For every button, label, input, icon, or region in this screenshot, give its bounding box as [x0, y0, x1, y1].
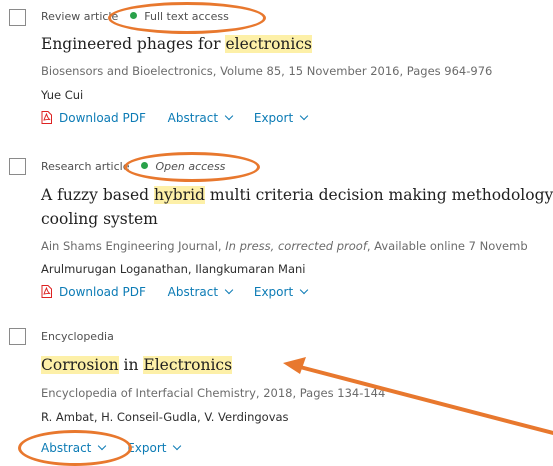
access-label: Full text access [144, 10, 229, 23]
select-checkbox[interactable] [9, 158, 26, 175]
chevron-down-icon [299, 285, 309, 295]
export-menu[interactable]: Export [127, 441, 182, 455]
article-meta: Encyclopedia [41, 330, 114, 343]
export-menu[interactable]: Export [254, 285, 309, 299]
article-type: Research article [41, 160, 130, 173]
article-type: Review article [41, 10, 119, 23]
download-pdf-link[interactable]: Download PDF [41, 285, 146, 299]
title-highlight: Corrosion [41, 356, 119, 374]
chevron-down-icon [98, 441, 107, 451]
title-highlight: hybrid [154, 186, 205, 204]
article-actions: Download PDF Abstract Export [41, 285, 325, 299]
pdf-icon [41, 285, 52, 298]
article-authors: R. Ambat, H. Conseil-Gudla, V. Verdingov… [41, 410, 289, 424]
abstract-toggle[interactable]: Abstract [41, 441, 107, 455]
article-source: Biosensors and Bioelectronics, Volume 85… [41, 64, 493, 78]
access-label: Open access [155, 160, 226, 173]
article-source: Encyclopedia of Interfacial Chemistry, 2… [41, 386, 386, 400]
export-menu[interactable]: Export [254, 111, 309, 125]
article-title[interactable]: Corrosion in Electronics [41, 356, 233, 374]
abstract-toggle[interactable]: Abstract [168, 111, 234, 125]
article-authors: Arulmurugan Loganathan, Ilangkumaran Man… [41, 262, 306, 276]
title-highlight: electronics [225, 35, 312, 53]
article-source: Ain Shams Engineering Journal, In press,… [41, 239, 528, 253]
article-actions: Abstract Export [41, 441, 198, 455]
article-actions: Download PDF Abstract Export [41, 111, 325, 125]
chevron-down-icon [224, 111, 234, 121]
chevron-down-icon [224, 285, 234, 295]
title-highlight: Electronics [143, 356, 233, 374]
article-title[interactable]: A fuzzy based hybrid multi criteria deci… [41, 186, 553, 204]
select-checkbox[interactable] [9, 328, 26, 345]
pdf-icon [41, 111, 52, 124]
chevron-down-icon [299, 111, 309, 121]
abstract-toggle[interactable]: Abstract [168, 285, 234, 299]
article-type: Encyclopedia [41, 330, 114, 343]
article-title[interactable]: Engineered phages for electronics [41, 35, 312, 53]
article-meta: Research article Open access [41, 160, 225, 173]
chevron-down-icon [173, 441, 182, 451]
select-checkbox[interactable] [9, 9, 26, 26]
article-title-cont[interactable]: cooling system [41, 210, 158, 228]
access-dot-icon [140, 162, 148, 169]
article-meta: Review article Full text access [41, 10, 229, 23]
download-pdf-link[interactable]: Download PDF [41, 111, 146, 125]
access-dot-icon [129, 12, 137, 19]
article-authors: Yue Cui [41, 88, 84, 102]
